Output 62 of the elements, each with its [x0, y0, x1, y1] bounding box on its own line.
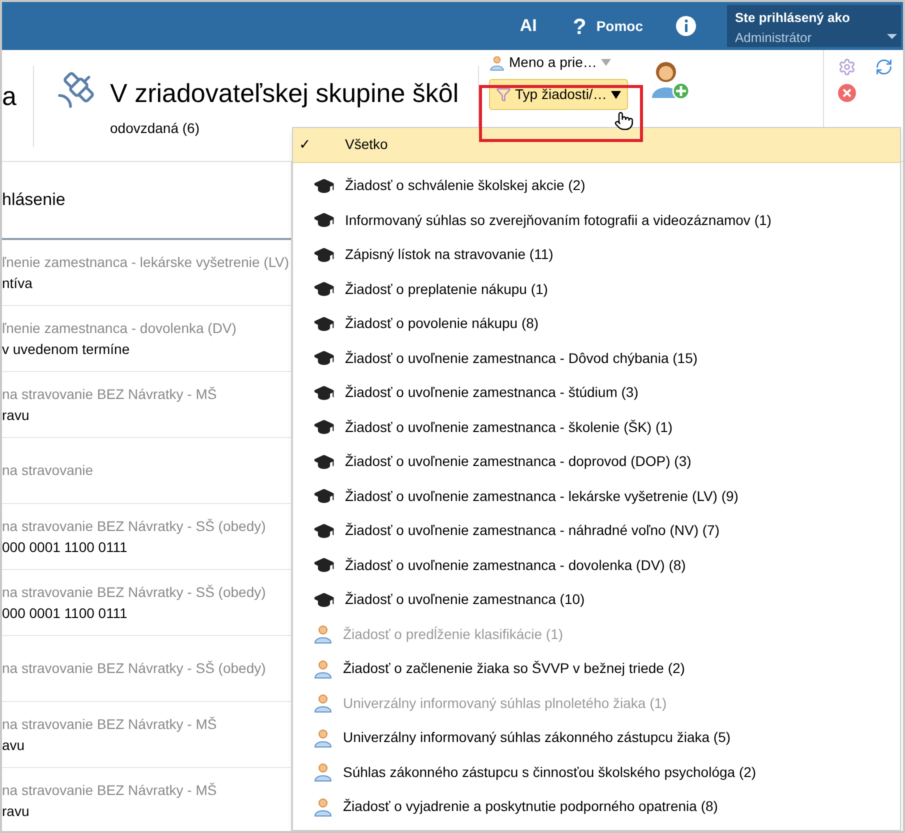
- dropdown-item[interactable]: Žiadosť o začlenenie žiaka so ŠVVP v bežnej triede (2): [293, 652, 900, 686]
- dropdown-item[interactable]: Žiadosť o uvoľnenie zamestnanca (10): [293, 582, 900, 617]
- request-type: na stravovanie BEZ Návratky - SŠ (obedy): [2, 582, 267, 602]
- person-icon: [313, 762, 333, 782]
- filter-icon: [496, 87, 511, 102]
- dropdown-item[interactable]: Žiadosť o uvoľnenie zamestnanca - školenie (ŠK) (1): [293, 410, 900, 444]
- page-title: V zriadovateľskej skupine škôl: [110, 78, 459, 108]
- user-name: Administrátor: [735, 28, 812, 46]
- name-filter[interactable]: Meno a prie…: [489, 52, 628, 73]
- dropdown-item[interactable]: Univerzálny informovaný súhlas zákonného zástupcu žiaka (5): [293, 720, 900, 755]
- request-type: na stravovanie BEZ Návratky - SŠ (obedy): [2, 659, 267, 678]
- user-label: Ste prihlásený ako: [735, 9, 851, 27]
- page-title: a: [2, 80, 16, 113]
- request-detail: ravu: [2, 802, 30, 820]
- settings-icon[interactable]: [838, 58, 856, 76]
- request-type: na stravovanie: [2, 461, 94, 480]
- request-type: na stravovanie BEZ Návratky - MŠ: [2, 780, 218, 800]
- caret-icon: [610, 90, 621, 98]
- request-detail: v uvedenom termíne: [2, 340, 131, 358]
- request-type: na stravovanie BEZ Návratky - SŠ (obedy): [2, 516, 267, 536]
- person-icon: [313, 796, 333, 817]
- caret-icon: [887, 34, 897, 39]
- dropdown-item[interactable]: Žiadosť o uvoľnenie zamestnanca - Dôvod chýbania (15): [293, 341, 900, 376]
- page-subtitle: odovzdaná (6): [110, 119, 201, 138]
- dropdown-item[interactable]: Zápisný lístok na stravovanie (11): [293, 238, 900, 272]
- dropdown-item[interactable]: Žiadosť o preplatenie nákupu (1): [293, 272, 900, 306]
- dropdown-item[interactable]: Žiadosť o uvoľnenie zamestnanca - náhradné voľno (NV) (7): [293, 514, 900, 548]
- refresh-icon[interactable]: [874, 58, 892, 76]
- request-detail: 000 0001 1100 0111: [2, 604, 128, 622]
- request-detail: ntíva: [2, 274, 34, 292]
- request-type: ľnenie zamestnanca - dovolenka (DV): [2, 318, 238, 338]
- check-icon: ✓: [299, 134, 335, 156]
- help-link[interactable]: Pomoc: [596, 16, 643, 36]
- dropdown-item[interactable]: Žiadosť o uvoľnenie zamestnanca - doprovod (DOP) (3): [293, 444, 900, 479]
- ai-link[interactable]: AI: [520, 13, 537, 39]
- dropdown-item[interactable]: Súhlas zákonného zástupcu s činnosťou školského psychológa (2): [293, 755, 900, 790]
- person-icon: [313, 624, 333, 644]
- request-detail: 000 0001 1100 0111: [2, 538, 128, 556]
- user-menu[interactable]: Ste prihlásený ako Administrátor: [727, 5, 901, 47]
- caret-icon: [600, 59, 611, 66]
- dropdown-item[interactable]: Žiadosť o vyjadrenie a poskytnutie podporného opatrenia (8): [293, 790, 900, 824]
- type-filter[interactable]: Typ žiadosti/…: [489, 79, 628, 110]
- dropdown-item[interactable]: Informovaný súhlas so zverejňovaním fotografii a videozáznamov (1): [293, 203, 900, 238]
- help-icon[interactable]: ?: [572, 10, 586, 42]
- dropdown-item[interactable]: Žiadosť o schválenie školskej akcie (2): [293, 168, 900, 203]
- dropdown-item[interactable]: ✓ Všetko: [293, 128, 900, 162]
- dropdown-item[interactable]: Žiadosť o uvoľnenie zamestnanca - štúdium (3): [293, 376, 900, 410]
- request-type: ľnenie zamestnanca - lekárske vyšetrenie (LV): [2, 252, 290, 272]
- request-detail: ravu: [2, 406, 30, 424]
- request-type: na stravovanie BEZ Návratky - MŠ: [2, 384, 218, 404]
- dropdown-item[interactable]: Žiadosť o povolenie nákupu (8): [293, 306, 900, 341]
- person-icon: [489, 54, 505, 70]
- request-type: na stravovanie BEZ Návratky - MŠ: [2, 714, 218, 734]
- dropdown-item[interactable]: Žiadosť o uvoľnenie zamestnanca - dovolenka (DV) (8): [293, 548, 900, 582]
- person-icon: [313, 658, 333, 679]
- person-icon: [313, 693, 333, 714]
- dropdown-item[interactable]: Žiadosť o uvoľnenie zamestnanca - lekárske vyšetrenie (LV) (9): [293, 479, 900, 514]
- info-icon[interactable]: [675, 15, 697, 37]
- close-icon[interactable]: [838, 84, 856, 102]
- person-icon: [313, 728, 333, 748]
- column-header: hlásenie: [2, 189, 66, 212]
- request-detail: avu: [2, 736, 26, 754]
